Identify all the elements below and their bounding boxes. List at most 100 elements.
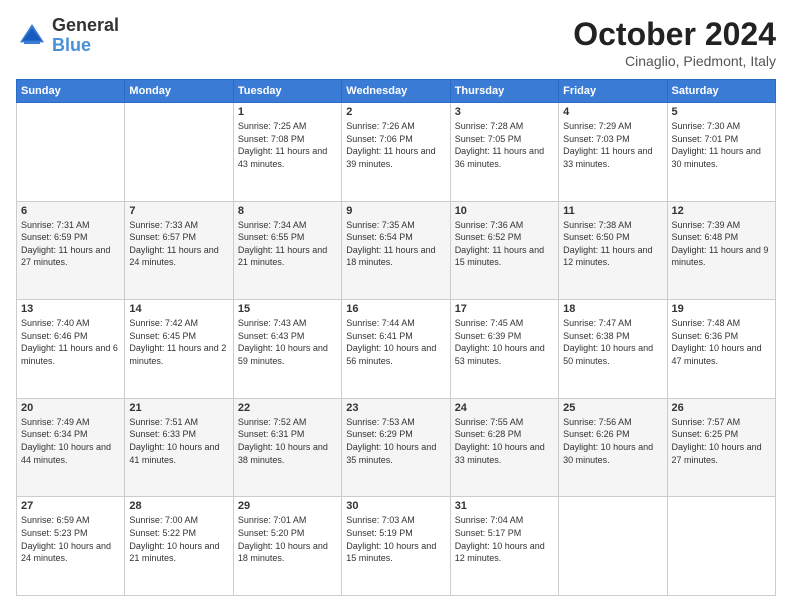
logo: General Blue: [16, 16, 119, 56]
day-number: 21: [129, 402, 228, 414]
day-number: 3: [455, 106, 554, 118]
day-number: 15: [238, 303, 337, 315]
cell-info: Sunrise: 7:40 AM Sunset: 6:46 PM Dayligh…: [21, 317, 120, 367]
day-number: 12: [672, 205, 771, 217]
col-header-saturday: Saturday: [667, 80, 775, 103]
cell-info: Sunrise: 7:51 AM Sunset: 6:33 PM Dayligh…: [129, 416, 228, 466]
calendar-cell: 29 Sunrise: 7:01 AM Sunset: 5:20 PM Dayli…: [233, 497, 341, 596]
header: General Blue October 2024 Cinaglio, Pied…: [16, 16, 776, 69]
cell-info: Sunrise: 7:56 AM Sunset: 6:26 PM Dayligh…: [563, 416, 662, 466]
calendar-cell: 18 Sunrise: 7:47 AM Sunset: 6:38 PM Dayli…: [559, 300, 667, 399]
calendar-cell: 6 Sunrise: 7:31 AM Sunset: 6:59 PM Daylig…: [17, 201, 125, 300]
cell-info: Sunrise: 7:49 AM Sunset: 6:34 PM Dayligh…: [21, 416, 120, 466]
cell-info: Sunrise: 7:34 AM Sunset: 6:55 PM Dayligh…: [238, 219, 337, 269]
calendar-cell: 21 Sunrise: 7:51 AM Sunset: 6:33 PM Dayli…: [125, 398, 233, 497]
day-number: 8: [238, 205, 337, 217]
location-subtitle: Cinaglio, Piedmont, Italy: [573, 53, 776, 69]
calendar-cell: 22 Sunrise: 7:52 AM Sunset: 6:31 PM Dayli…: [233, 398, 341, 497]
cell-info: Sunrise: 7:55 AM Sunset: 6:28 PM Dayligh…: [455, 416, 554, 466]
day-number: 1: [238, 106, 337, 118]
day-number: 7: [129, 205, 228, 217]
cell-info: Sunrise: 7:35 AM Sunset: 6:54 PM Dayligh…: [346, 219, 445, 269]
calendar-cell: 15Sunrise: 7:43 AM Sunset: 6:43 PM Dayli…: [233, 300, 341, 399]
day-number: 2: [346, 106, 445, 118]
cell-info: Sunrise: 7:00 AM Sunset: 5:22 PM Dayligh…: [129, 514, 228, 564]
logo-line2: Blue: [52, 36, 119, 56]
day-number: 11: [563, 205, 662, 217]
day-number: 26: [672, 402, 771, 414]
calendar-cell: 14Sunrise: 7:42 AM Sunset: 6:45 PM Dayli…: [125, 300, 233, 399]
cell-info: Sunrise: 7:01 AM Sunset: 5:20 PM Dayligh…: [238, 514, 337, 564]
day-number: 25: [563, 402, 662, 414]
calendar-week-row: 13Sunrise: 7:40 AM Sunset: 6:46 PM Dayli…: [17, 300, 776, 399]
calendar-cell: 12 Sunrise: 7:39 AM Sunset: 6:48 PM Dayli…: [667, 201, 775, 300]
calendar-cell: 7 Sunrise: 7:33 AM Sunset: 6:57 PM Daylig…: [125, 201, 233, 300]
calendar-cell: 9Sunrise: 7:35 AM Sunset: 6:54 PM Daylig…: [342, 201, 450, 300]
calendar-cell: 5 Sunrise: 7:30 AM Sunset: 7:01 PM Daylig…: [667, 103, 775, 202]
col-header-thursday: Thursday: [450, 80, 558, 103]
day-number: 27: [21, 500, 120, 512]
col-header-friday: Friday: [559, 80, 667, 103]
calendar-week-row: 20Sunrise: 7:49 AM Sunset: 6:34 PM Dayli…: [17, 398, 776, 497]
cell-info: Sunrise: 6:59 AM Sunset: 5:23 PM Dayligh…: [21, 514, 120, 564]
calendar-cell: [125, 103, 233, 202]
calendar-cell: 23Sunrise: 7:53 AM Sunset: 6:29 PM Dayli…: [342, 398, 450, 497]
calendar-cell: 20Sunrise: 7:49 AM Sunset: 6:34 PM Dayli…: [17, 398, 125, 497]
calendar-cell: 8 Sunrise: 7:34 AM Sunset: 6:55 PM Daylig…: [233, 201, 341, 300]
cell-info: Sunrise: 7:33 AM Sunset: 6:57 PM Dayligh…: [129, 219, 228, 269]
day-number: 16: [346, 303, 445, 315]
calendar-cell: 3Sunrise: 7:28 AM Sunset: 7:05 PM Daylig…: [450, 103, 558, 202]
cell-info: Sunrise: 7:53 AM Sunset: 6:29 PM Dayligh…: [346, 416, 445, 466]
cell-info: Sunrise: 7:52 AM Sunset: 6:31 PM Dayligh…: [238, 416, 337, 466]
col-header-wednesday: Wednesday: [342, 80, 450, 103]
col-header-monday: Monday: [125, 80, 233, 103]
cell-info: Sunrise: 7:39 AM Sunset: 6:48 PM Dayligh…: [672, 219, 771, 269]
col-header-tuesday: Tuesday: [233, 80, 341, 103]
logo-line1: General: [52, 16, 119, 36]
logo-icon: [16, 20, 48, 52]
calendar-cell: 19Sunrise: 7:48 AM Sunset: 6:36 PM Dayli…: [667, 300, 775, 399]
day-number: 14: [129, 303, 228, 315]
cell-info: Sunrise: 7:57 AM Sunset: 6:25 PM Dayligh…: [672, 416, 771, 466]
calendar-cell: 16Sunrise: 7:44 AM Sunset: 6:41 PM Dayli…: [342, 300, 450, 399]
cell-info: Sunrise: 7:26 AM Sunset: 7:06 PM Dayligh…: [346, 120, 445, 170]
calendar-cell: [17, 103, 125, 202]
calendar-cell: [667, 497, 775, 596]
day-number: 29: [238, 500, 337, 512]
calendar-cell: 10 Sunrise: 7:36 AM Sunset: 6:52 PM Dayli…: [450, 201, 558, 300]
col-header-sunday: Sunday: [17, 80, 125, 103]
month-title: October 2024: [573, 16, 776, 53]
logo-text: General Blue: [52, 16, 119, 56]
cell-info: Sunrise: 7:30 AM Sunset: 7:01 PM Dayligh…: [672, 120, 771, 170]
day-number: 22: [238, 402, 337, 414]
calendar-cell: 4Sunrise: 7:29 AM Sunset: 7:03 PM Daylig…: [559, 103, 667, 202]
day-number: 30: [346, 500, 445, 512]
calendar-cell: 24Sunrise: 7:55 AM Sunset: 6:28 PM Dayli…: [450, 398, 558, 497]
calendar-week-row: 27 Sunrise: 6:59 AM Sunset: 5:23 PM Dayli…: [17, 497, 776, 596]
cell-info: Sunrise: 7:31 AM Sunset: 6:59 PM Dayligh…: [21, 219, 120, 269]
calendar-cell: 17Sunrise: 7:45 AM Sunset: 6:39 PM Dayli…: [450, 300, 558, 399]
calendar-week-row: 6 Sunrise: 7:31 AM Sunset: 6:59 PM Daylig…: [17, 201, 776, 300]
cell-info: Sunrise: 7:03 AM Sunset: 5:19 PM Dayligh…: [346, 514, 445, 564]
calendar-cell: 1 Sunrise: 7:25 AM Sunset: 7:08 PM Daylig…: [233, 103, 341, 202]
calendar-cell: [559, 497, 667, 596]
calendar-cell: 26 Sunrise: 7:57 AM Sunset: 6:25 PM Dayli…: [667, 398, 775, 497]
day-number: 17: [455, 303, 554, 315]
calendar-header-row: SundayMondayTuesdayWednesdayThursdayFrid…: [17, 80, 776, 103]
day-number: 5: [672, 106, 771, 118]
day-number: 18: [563, 303, 662, 315]
cell-info: Sunrise: 7:47 AM Sunset: 6:38 PM Dayligh…: [563, 317, 662, 367]
cell-info: Sunrise: 7:25 AM Sunset: 7:08 PM Dayligh…: [238, 120, 337, 170]
cell-info: Sunrise: 7:36 AM Sunset: 6:52 PM Dayligh…: [455, 219, 554, 269]
cell-info: Sunrise: 7:29 AM Sunset: 7:03 PM Dayligh…: [563, 120, 662, 170]
calendar-cell: 11Sunrise: 7:38 AM Sunset: 6:50 PM Dayli…: [559, 201, 667, 300]
calendar-cell: 30 Sunrise: 7:03 AM Sunset: 5:19 PM Dayli…: [342, 497, 450, 596]
day-number: 19: [672, 303, 771, 315]
day-number: 6: [21, 205, 120, 217]
day-number: 10: [455, 205, 554, 217]
day-number: 31: [455, 500, 554, 512]
calendar-cell: 28Sunrise: 7:00 AM Sunset: 5:22 PM Dayli…: [125, 497, 233, 596]
title-block: October 2024 Cinaglio, Piedmont, Italy: [573, 16, 776, 69]
calendar-table: SundayMondayTuesdayWednesdayThursdayFrid…: [16, 79, 776, 596]
calendar-cell: 2 Sunrise: 7:26 AM Sunset: 7:06 PM Daylig…: [342, 103, 450, 202]
